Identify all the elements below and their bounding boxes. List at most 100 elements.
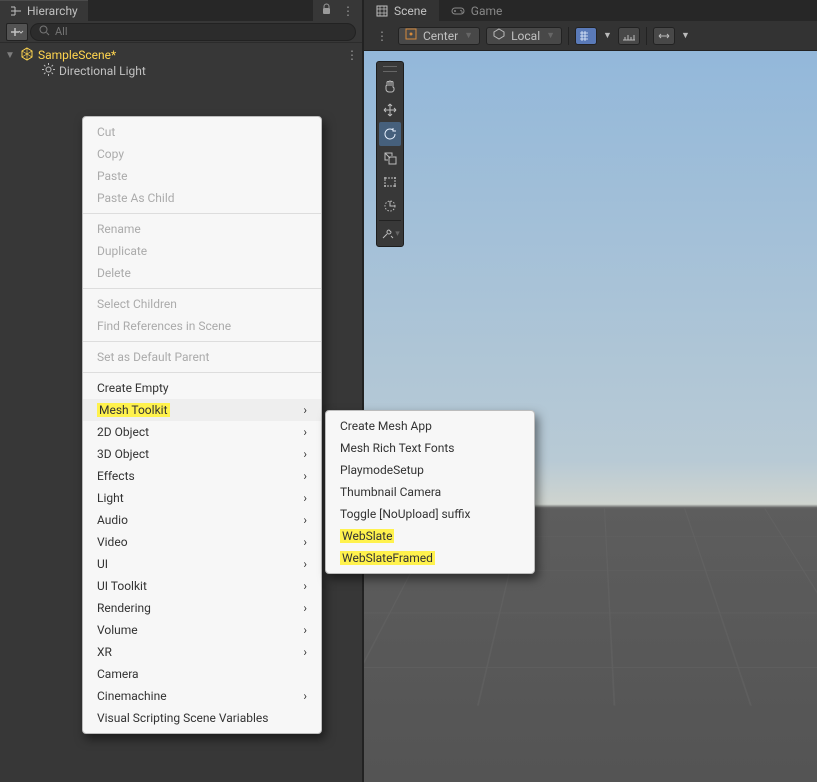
ctx-2d-object[interactable]: 2D Object›	[83, 421, 321, 443]
snap-settings-button[interactable]	[653, 27, 675, 45]
menu-separator	[83, 288, 321, 289]
hierarchy-search-input[interactable]	[55, 25, 347, 38]
chevron-down-icon: ▼	[546, 30, 555, 41]
ctx-xr[interactable]: XR›	[83, 641, 321, 663]
ctx-vssv[interactable]: Visual Scripting Scene Variables	[83, 707, 321, 729]
grid-snap-button[interactable]	[575, 27, 597, 45]
scene-tab-label: Scene	[394, 4, 427, 18]
scene-tab[interactable]: Scene	[364, 0, 439, 21]
ctx-delete[interactable]: Delete	[83, 262, 321, 284]
ctx-light[interactable]: Light›	[83, 487, 321, 509]
ctx-select-children[interactable]: Select Children	[83, 293, 321, 315]
kebab-icon[interactable]: ⋮	[342, 4, 354, 18]
chevron-right-icon: ›	[303, 469, 307, 483]
ctx-duplicate[interactable]: Duplicate	[83, 240, 321, 262]
scene-name-label: SampleScene*	[38, 48, 116, 62]
hierarchy-tab-actions: ⋮	[313, 0, 362, 21]
gamepad-icon	[451, 6, 465, 16]
ctx-camera[interactable]: Camera	[83, 663, 321, 685]
scene-row-kebab-icon[interactable]: ⋮	[346, 48, 362, 62]
ctx-volume[interactable]: Volume›	[83, 619, 321, 641]
hierarchy-toolbar	[0, 21, 362, 43]
hierarchy-icon	[10, 5, 22, 17]
chevron-right-icon: ›	[303, 513, 307, 527]
scale-tool-button[interactable]	[379, 146, 401, 170]
hand-tool-button[interactable]	[379, 74, 401, 98]
ctx-create-empty[interactable]: Create Empty	[83, 377, 321, 399]
gameobject-row[interactable]: Directional Light	[0, 63, 362, 79]
chevron-right-icon: ›	[303, 623, 307, 637]
ctx-rendering[interactable]: Rendering›	[83, 597, 321, 619]
hierarchy-tab[interactable]: Hierarchy	[0, 0, 88, 21]
unity-logo-icon	[20, 47, 34, 64]
pivot-mode-dropdown[interactable]: Center ▼	[398, 27, 480, 45]
move-tool-button[interactable]	[379, 98, 401, 122]
chevron-right-icon: ›	[303, 403, 307, 417]
sub-thumbnail-camera[interactable]: Thumbnail Camera	[326, 481, 534, 503]
ctx-copy[interactable]: Copy	[83, 143, 321, 165]
hierarchy-context-menu: Cut Copy Paste Paste As Child Rename Dup…	[82, 116, 322, 734]
center-icon	[405, 28, 417, 43]
foldout-icon[interactable]: ▼	[4, 50, 16, 61]
sub-toggle-noupload[interactable]: Toggle [NoUpload] suffix	[326, 503, 534, 525]
ctx-ui-toolkit[interactable]: UI Toolkit›	[83, 575, 321, 597]
hierarchy-search[interactable]	[30, 23, 356, 41]
chevron-right-icon: ›	[303, 447, 307, 461]
scene-panel: Scene Game ⋮ Center ▼ Local ▼	[364, 0, 817, 782]
ctx-cinemachine[interactable]: Cinemachine›	[83, 685, 321, 707]
sub-mesh-rich-text-fonts[interactable]: Mesh Rich Text Fonts	[326, 437, 534, 459]
transform-tool-button[interactable]	[379, 194, 401, 218]
menu-separator	[83, 341, 321, 342]
chevron-right-icon: ›	[303, 535, 307, 549]
local-icon	[493, 28, 505, 43]
rect-tool-button[interactable]	[379, 170, 401, 194]
toolbar-kebab-icon[interactable]: ⋮	[372, 29, 392, 43]
gameobject-label: Directional Light	[59, 64, 146, 78]
pivot-mode-label: Center	[423, 29, 458, 43]
ctx-ui[interactable]: UI›	[83, 553, 321, 575]
space-mode-dropdown[interactable]: Local ▼	[486, 27, 562, 45]
highlight: WebSlate	[340, 529, 394, 543]
ctx-video[interactable]: Video›	[83, 531, 321, 553]
snap-increment-button[interactable]	[618, 27, 640, 45]
ctx-effects[interactable]: Effects›	[83, 465, 321, 487]
ctx-paste-as-child[interactable]: Paste As Child	[83, 187, 321, 209]
ctx-audio[interactable]: Audio›	[83, 509, 321, 531]
mesh-toolkit-submenu: Create Mesh App Mesh Rich Text Fonts Pla…	[325, 410, 535, 574]
game-tab[interactable]: Game	[439, 0, 515, 21]
ctx-mesh-toolkit[interactable]: Mesh Toolkit ›	[83, 399, 321, 421]
ctx-set-default-parent[interactable]: Set as Default Parent	[83, 346, 321, 368]
scene-grid-icon	[376, 5, 388, 17]
chevron-right-icon: ›	[303, 689, 307, 703]
hierarchy-tab-label: Hierarchy	[27, 4, 78, 18]
ctx-rename[interactable]: Rename	[83, 218, 321, 240]
sub-playmode-setup[interactable]: PlaymodeSetup	[326, 459, 534, 481]
chevron-right-icon: ›	[303, 601, 307, 615]
scene-row[interactable]: ▼ SampleScene* ⋮	[0, 47, 362, 63]
custom-tools-button[interactable]: ▾	[379, 220, 401, 244]
chevron-right-icon: ›	[303, 425, 307, 439]
game-tab-label: Game	[471, 4, 503, 18]
ctx-find-refs[interactable]: Find References in Scene	[83, 315, 321, 337]
create-dropdown-button[interactable]	[6, 23, 28, 41]
chevron-down-icon: ▾	[395, 229, 400, 239]
chevron-right-icon: ›	[303, 579, 307, 593]
chevron-down-icon[interactable]: ▼	[603, 30, 612, 41]
rotate-tool-button[interactable]	[379, 122, 401, 146]
ctx-3d-object[interactable]: 3D Object›	[83, 443, 321, 465]
hierarchy-tab-row: Hierarchy ⋮	[0, 0, 362, 21]
space-mode-label: Local	[511, 29, 540, 43]
ctx-cut[interactable]: Cut	[83, 121, 321, 143]
sub-create-mesh-app[interactable]: Create Mesh App	[326, 415, 534, 437]
palette-drag-handle[interactable]	[383, 66, 397, 72]
sub-webslate[interactable]: WebSlate	[326, 525, 534, 547]
ctx-paste[interactable]: Paste	[83, 165, 321, 187]
lock-icon[interactable]	[321, 3, 332, 18]
chevron-down-icon: ▼	[464, 30, 473, 41]
search-icon	[39, 25, 50, 39]
chevron-right-icon: ›	[303, 491, 307, 505]
highlight: Mesh Toolkit	[97, 403, 170, 417]
sub-webslate-framed[interactable]: WebSlateFramed	[326, 547, 534, 569]
chevron-down-icon[interactable]: ▼	[681, 30, 690, 41]
light-icon	[42, 63, 55, 79]
